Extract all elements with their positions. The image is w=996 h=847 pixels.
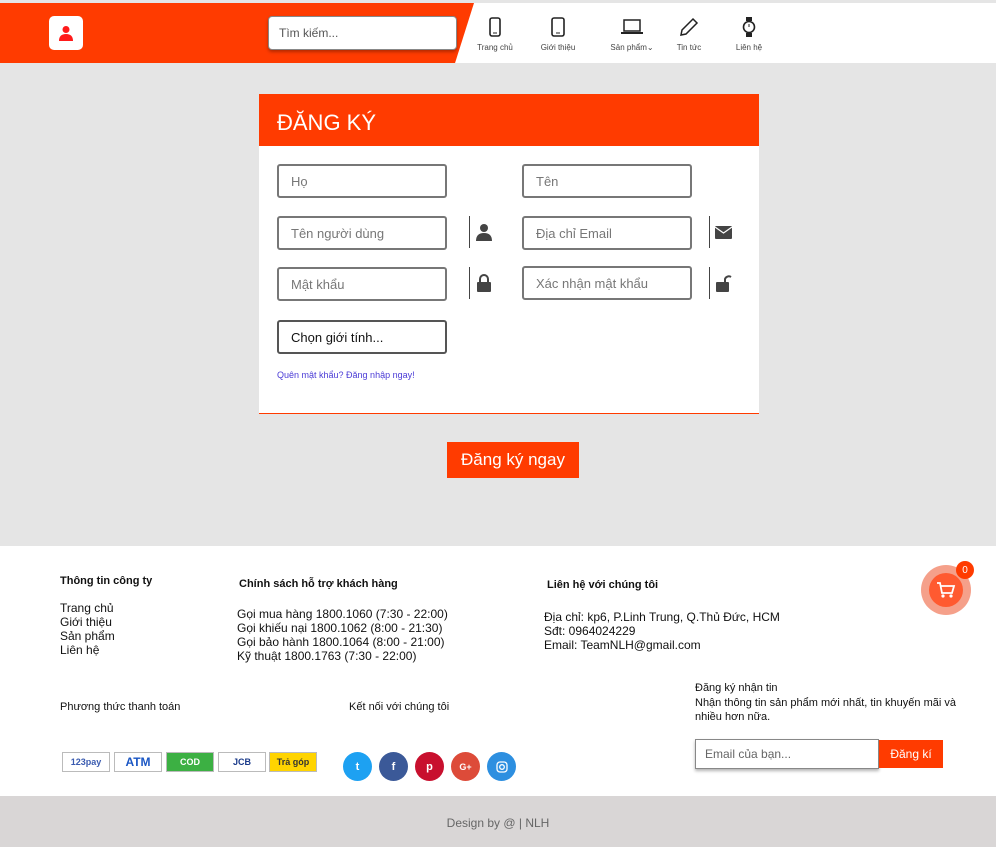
user-button[interactable] [49,16,83,50]
nav-label: Liên hệ [735,43,763,52]
footer-link[interactable]: Trang chủ [60,601,115,615]
contact-line: Email: TeamNLH@gmail.com [544,638,701,652]
user-icon [59,26,73,41]
credit-bar: Design by @ | NLH [0,796,996,847]
newsletter-subscribe-button[interactable]: Đăng kí [879,740,943,768]
pen-icon [659,17,719,39]
instagram-icon[interactable] [487,752,516,781]
laptop-icon [602,17,662,39]
nav-label: Trang chủ [477,43,513,52]
support-line: Gọi bảo hành 1800.1064 (8:00 - 21:00) [237,635,445,649]
lock-icon [469,267,497,299]
chevron-down-icon: ⌄ [646,43,654,52]
register-card: ĐĂNG KÝ Chọn giới tính... Quên mật khẩu?… [259,94,759,414]
company-links: Trang chủ Giới thiệu Sản phẩm Liên hệ [60,601,115,657]
newsletter-desc: Nhận thông tin sản phẩm mới nhất, tin kh… [695,697,956,723]
nav-label: Giới thiệu [540,43,576,52]
nav-item-news[interactable]: Tin tức [659,17,719,52]
nav-item-home[interactable]: Trang chủ [465,17,525,52]
footer: Thông tin công ty Trang chủ Giới thiệu S… [0,546,996,796]
last-name-field[interactable] [277,164,447,198]
password-field[interactable] [277,267,447,301]
nav-label: Tin tức [676,43,702,52]
contact-title: Liên hệ với chúng tôi [547,579,659,591]
pinterest-icon[interactable]: p [415,752,444,781]
first-name-field[interactable] [522,164,692,198]
payment-123pay: 123pay [62,752,110,772]
credit-text: Design by @ | NLH [446,816,550,830]
support-lines: Gọi mua hàng 1800.1060 (7:30 - 22:00) Gọ… [237,607,448,663]
facebook-icon[interactable]: f [379,752,408,781]
support-line: Kỹ thuật 1800.1763 (7:30 - 22:00) [237,649,417,663]
support-line: Gọi mua hàng 1800.1060 (7:30 - 22:00) [237,607,448,621]
cart-count-badge: 0 [956,561,974,579]
envelope-icon [709,216,737,248]
newsletter-title: Đăng ký nhận tin [695,682,778,694]
tablet-icon [528,17,588,39]
nav-label: Sản phẩm [610,43,647,52]
mobile-icon [465,17,525,39]
header: Trang chủ Giới thiệu Sản phẩm⌄ Tin tức L… [0,3,996,63]
user-icon [469,216,497,248]
watch-icon [719,17,779,39]
register-title: ĐĂNG KÝ [259,94,759,146]
footer-link[interactable]: Liên hệ [60,643,115,657]
nav-item-contact[interactable]: Liên hệ [719,17,779,52]
username-field[interactable] [277,216,447,250]
payment-cod: COD [166,752,214,772]
payment-atm: ATM [114,752,162,772]
nav-item-products[interactable]: Sản phẩm⌄ [602,17,662,52]
gender-select[interactable]: Chọn giới tính... [277,320,447,354]
google-plus-icon[interactable]: G+ [451,752,480,781]
contact-line: Địa chỉ: kp6, P.Linh Trung, Q.Thủ Đức, H… [544,610,780,624]
cart-icon [929,573,963,607]
support-title: Chính sách hỗ trợ khách hàng [239,578,398,590]
search-input[interactable] [268,16,457,50]
payment-title: Phương thức thanh toán [60,701,181,713]
twitter-icon[interactable]: t [343,752,372,781]
newsletter-email-input[interactable] [695,739,879,769]
payment-jcb: JCB [218,752,266,772]
social-title: Kết nối với chúng tôi [349,701,450,713]
forgot-password-link[interactable]: Quên mật khẩu? Đăng nhập ngay! [277,370,415,380]
confirm-password-field[interactable] [522,266,692,300]
register-button[interactable]: Đăng ký ngay [447,442,579,478]
nav-item-about[interactable]: Giới thiệu [528,17,588,52]
unlock-icon [709,267,737,299]
support-line: Gọi khiếu nại 1800.1062 (8:00 - 21:30) [237,621,443,635]
payment-installment: Trả góp [269,752,317,772]
footer-link[interactable]: Sản phẩm [60,629,115,643]
company-title: Thông tin công ty [60,575,153,587]
contact-line: Sđt: 0964024229 [544,624,636,638]
email-field[interactable] [522,216,692,250]
contact-lines: Địa chỉ: kp6, P.Linh Trung, Q.Thủ Đức, H… [544,610,780,652]
footer-link[interactable]: Giới thiệu [60,615,115,629]
